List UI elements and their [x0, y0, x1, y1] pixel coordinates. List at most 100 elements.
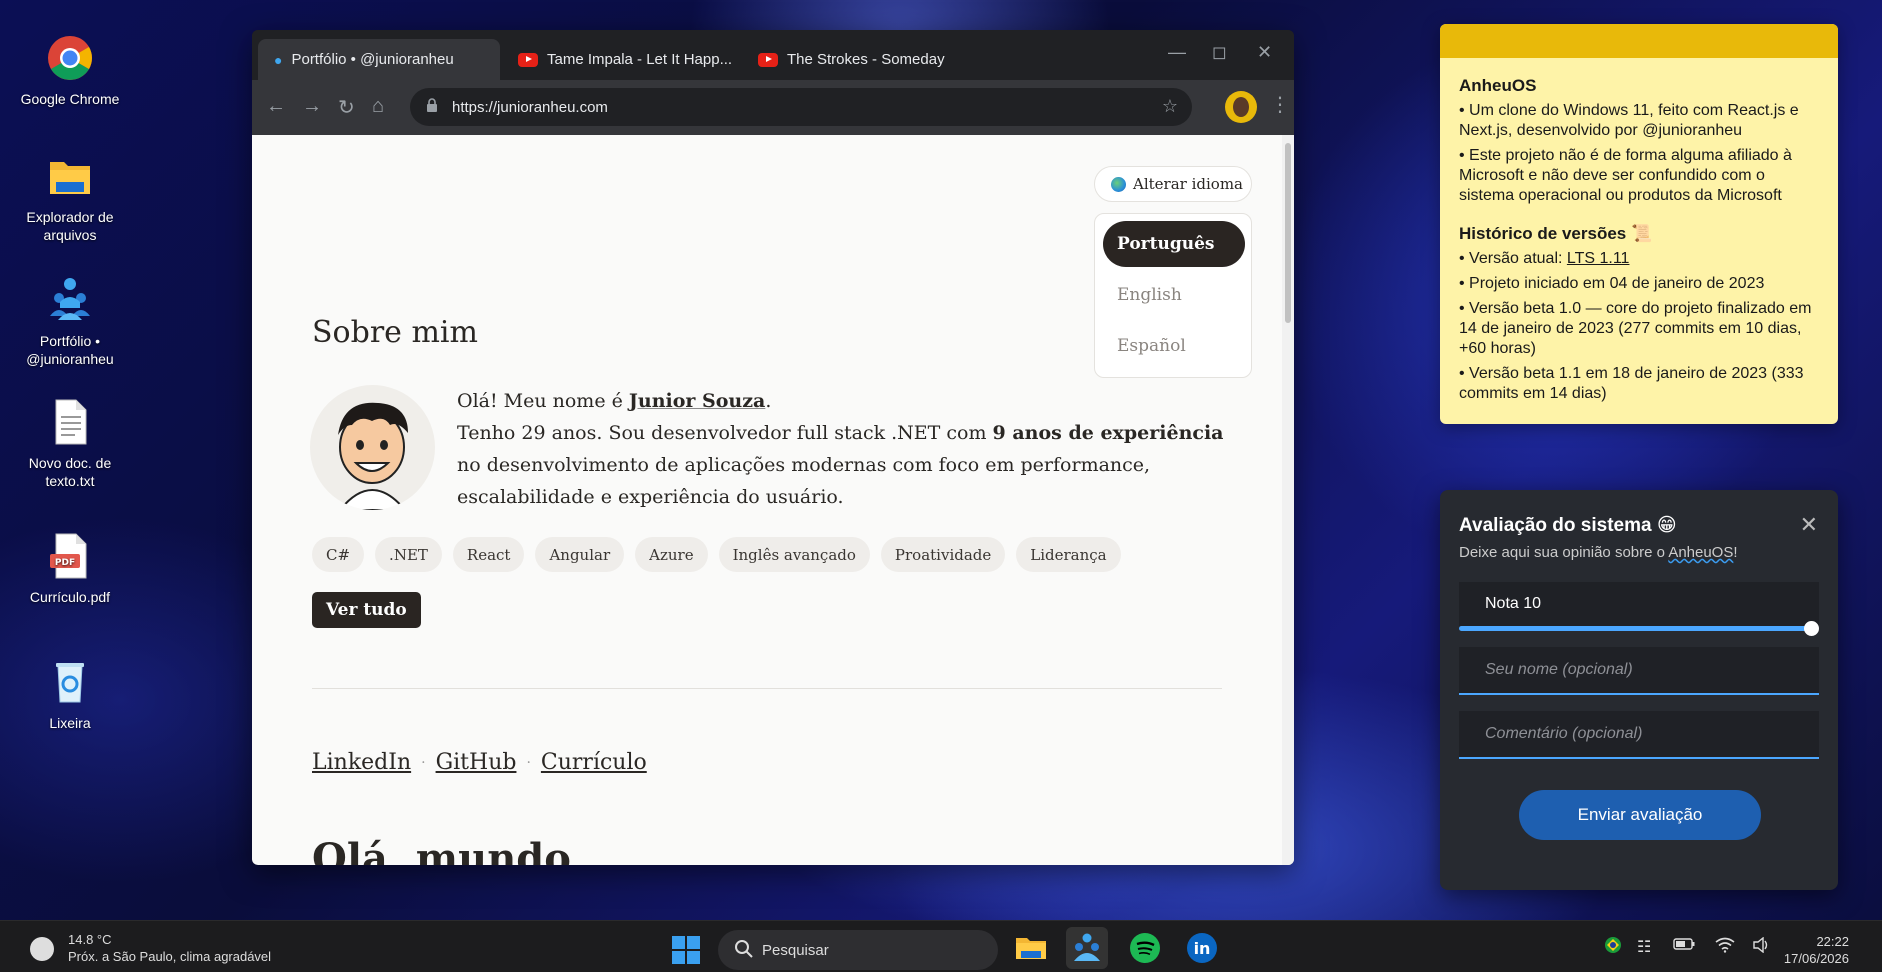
- tab-the-strokes[interactable]: The Strokes - Someday: [742, 39, 982, 80]
- language-option-spanish[interactable]: Español: [1103, 323, 1245, 369]
- pdf-icon: PDF: [46, 532, 94, 580]
- see-all-button[interactable]: Ver tudo: [312, 592, 421, 628]
- page-scrollbar[interactable]: [1282, 135, 1294, 865]
- bio-sentence: Tenho 29 anos. Sou desenvolvedor full st…: [457, 422, 993, 444]
- desktop-icon-text-doc[interactable]: Novo doc. de texto.txt: [10, 398, 130, 490]
- desktop-icon-chrome[interactable]: Google Chrome: [10, 34, 130, 108]
- language-label: English: [1117, 285, 1182, 305]
- people-icon: [46, 276, 94, 324]
- tab-label: The Strokes - Someday: [787, 51, 945, 68]
- skill-chip: React: [452, 537, 525, 572]
- taskbar-search[interactable]: Pesquisar: [718, 930, 998, 970]
- start-icon[interactable]: [672, 936, 700, 964]
- separator-dot: ·: [421, 754, 426, 771]
- tab-tame-impala[interactable]: Tame Impala - Let It Happ...: [502, 39, 742, 80]
- spotify-icon[interactable]: [1124, 927, 1166, 969]
- history-item: • Versão beta 1.0 — core do projeto fina…: [1459, 300, 1812, 357]
- language-option-english[interactable]: English: [1103, 272, 1245, 318]
- resume-link[interactable]: Currículo: [541, 750, 647, 775]
- skill-chip: Inglês avançado: [718, 537, 870, 572]
- globe-icon: [1111, 176, 1126, 192]
- language-label: Português: [1117, 234, 1215, 254]
- desktop-icon-label: Google Chrome: [20, 91, 120, 107]
- submit-rating-button[interactable]: Enviar avaliação: [1519, 790, 1761, 840]
- change-language-label: Alterar idioma: [1133, 175, 1243, 193]
- keyboard-icon[interactable]: ☷: [1637, 937, 1651, 957]
- divider: [312, 688, 1222, 689]
- rating-title: Avaliação do sistema 😁: [1459, 515, 1677, 536]
- scrollbar-thumb[interactable]: [1285, 143, 1291, 323]
- page-content: Alterar idioma Português English Español…: [252, 135, 1294, 865]
- desktop-icon-label: Currículo.pdf: [29, 589, 111, 605]
- folder-icon[interactable]: [1010, 927, 1052, 969]
- home-icon[interactable]: ⌂: [372, 95, 384, 118]
- brazil-flag-icon[interactable]: [1604, 936, 1622, 959]
- name-input[interactable]: Seu nome (opcional): [1459, 647, 1819, 695]
- weather-widget[interactable]: 14.8 °C Próx. a São Paulo, clima agradáv…: [30, 931, 271, 965]
- current-version: • Versão atual: LTS 1.11: [1459, 249, 1819, 269]
- bio-greeting: Olá! Meu nome é: [457, 390, 629, 412]
- address-bar-url: https://junioranheu.com: [452, 98, 608, 116]
- skills-list: C# .NET React Angular Azure Inglês avanç…: [312, 537, 1121, 572]
- wifi-icon[interactable]: [1715, 937, 1735, 958]
- svg-text:in: in: [1194, 939, 1211, 958]
- star-icon[interactable]: ☆: [1162, 96, 1178, 117]
- youtube-icon: [758, 52, 778, 67]
- desktop-icon-file-explorer[interactable]: Explorador de arquivos: [10, 152, 130, 244]
- change-language-button[interactable]: Alterar idioma: [1094, 166, 1252, 202]
- author-name-link[interactable]: Junior Souza: [629, 390, 765, 412]
- sticky-paragraph: • Um clone do Windows 11, feito com Reac…: [1459, 102, 1799, 139]
- more-menu-icon[interactable]: ⋮: [1270, 92, 1290, 117]
- sticky-note: AnheuOS • Um clone do Windows 11, feito …: [1440, 24, 1838, 424]
- desktop-icon-label: Portfólio • @junioranheu: [26, 333, 114, 367]
- score-slider[interactable]: [1459, 626, 1811, 631]
- address-bar[interactable]: https://junioranheu.com ☆: [410, 88, 1192, 126]
- skill-chip: C#: [312, 537, 365, 572]
- volume-icon[interactable]: [1752, 936, 1770, 958]
- sticky-title: AnheuOS: [1459, 76, 1537, 95]
- minimize-icon[interactable]: —: [1168, 42, 1186, 63]
- profile-avatar[interactable]: [1225, 91, 1257, 123]
- github-link[interactable]: GitHub: [436, 750, 517, 775]
- rating-subtitle-end: !: [1733, 544, 1738, 561]
- clock-time: 22:22: [1816, 934, 1849, 949]
- bio-period: .: [765, 390, 772, 412]
- score-slider-thumb[interactable]: [1804, 621, 1819, 636]
- score-label: Nota 10: [1459, 582, 1819, 626]
- portfolio-taskbar-icon[interactable]: [1066, 927, 1108, 969]
- rating-subtitle-brand: AnheuOS: [1668, 544, 1734, 561]
- rating-widget: Avaliação do sistema 😁 Deixe aqui sua op…: [1440, 490, 1838, 890]
- skill-chip: Proatividade: [880, 537, 1006, 572]
- tab-label: Tame Impala - Let It Happ...: [547, 51, 733, 68]
- skill-chip: .NET: [375, 537, 442, 572]
- desktop-icon-pdf[interactable]: PDF Currículo.pdf: [10, 532, 130, 606]
- author-avatar: [310, 385, 435, 510]
- separator-dot: ·: [526, 754, 531, 771]
- desktop-icon-portfolio[interactable]: Portfólio • @junioranheu: [10, 276, 130, 368]
- rating-subtitle-text: Deixe aqui sua opinião sobre o: [1459, 544, 1669, 561]
- close-icon[interactable]: ✕: [1800, 512, 1818, 538]
- forward-arrow-icon[interactable]: →: [302, 95, 322, 118]
- sticky-note-header[interactable]: [1440, 24, 1838, 58]
- linkedin-link[interactable]: LinkedIn: [312, 750, 411, 775]
- tab-portfolio[interactable]: ● Portfólio • @junioranheu: [258, 39, 500, 80]
- desktop-icon-label: Novo doc. de texto.txt: [28, 455, 112, 489]
- system-clock[interactable]: 22:22 17/06/2026: [1784, 933, 1849, 967]
- linkedin-icon[interactable]: in: [1181, 927, 1223, 969]
- folder-icon: [46, 152, 94, 200]
- reload-icon[interactable]: ↻: [338, 95, 355, 120]
- comment-input[interactable]: Comentário (opcional): [1459, 711, 1819, 759]
- language-label: Español: [1117, 336, 1186, 356]
- back-arrow-icon[interactable]: ←: [266, 95, 286, 118]
- battery-icon[interactable]: [1673, 937, 1695, 955]
- search-label: Pesquisar: [762, 941, 829, 959]
- sticky-paragraph: • Este projeto não é de forma alguma afi…: [1459, 147, 1792, 204]
- desktop-icon-recycle-bin[interactable]: Lixeira: [10, 658, 130, 732]
- version-history-title: Histórico de versões 📜: [1459, 224, 1653, 243]
- rating-subtitle: Deixe aqui sua opinião sobre o AnheuOS!: [1459, 544, 1738, 561]
- desktop-icon-label: Explorador de arquivos: [26, 209, 114, 243]
- close-icon[interactable]: ✕: [1257, 42, 1272, 63]
- current-version-value: LTS 1.11: [1566, 250, 1630, 267]
- maximize-icon[interactable]: ◻: [1212, 42, 1227, 63]
- language-option-portuguese[interactable]: Português: [1103, 221, 1245, 267]
